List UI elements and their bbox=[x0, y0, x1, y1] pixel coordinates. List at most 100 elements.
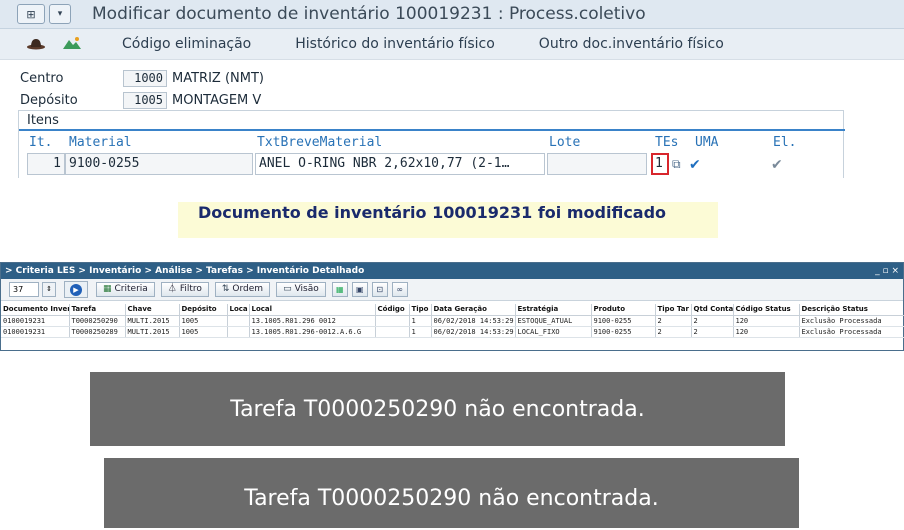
execute-button[interactable]: ▶ bbox=[64, 281, 88, 298]
menu-button[interactable]: ⊞ bbox=[17, 4, 45, 24]
col-local[interactable]: Local bbox=[249, 304, 376, 316]
les-breadcrumb: > Criteria LES > Inventário > Análise > … bbox=[1, 263, 903, 279]
deposito-row: Depósito 1005 MONTAGEM V bbox=[20, 90, 261, 110]
col-tipo[interactable]: Tipo bbox=[409, 304, 432, 316]
itens-divider bbox=[19, 129, 845, 131]
error-toast-text: Tarefa T0000250290 não encontrada. bbox=[244, 485, 659, 511]
table-row[interactable]: 1 9100-0255 ANEL O-RING NBR 2,62x10,77 (… bbox=[27, 153, 833, 175]
col-lote[interactable]: Lote bbox=[549, 135, 580, 150]
col-loca[interactable]: Loca bbox=[227, 304, 250, 316]
table-cell: 1005 bbox=[179, 326, 228, 338]
col-chave[interactable]: Chave bbox=[125, 304, 180, 316]
cell-tes[interactable]: 1 bbox=[651, 153, 669, 175]
table-cell: 0100019231 bbox=[1, 315, 70, 327]
export-excel-icon[interactable]: ▦ bbox=[331, 282, 348, 297]
sap-title-bar: ⊞ ▾ Modificar documento de inventário 10… bbox=[0, 0, 904, 29]
table-cell: LOCAL_FIXO bbox=[515, 326, 592, 338]
cell-lote[interactable] bbox=[547, 153, 647, 175]
col-deposito[interactable]: Depósito bbox=[179, 304, 228, 316]
table-cell: 2 bbox=[691, 326, 734, 338]
table-cell: 2 bbox=[655, 326, 692, 338]
hat-icon[interactable] bbox=[26, 35, 46, 54]
col-item[interactable]: It. bbox=[29, 135, 52, 150]
deposito-desc: MONTAGEM V bbox=[172, 92, 262, 108]
col-documento[interactable]: Documento Invent bbox=[1, 304, 70, 316]
cell-item: 1 bbox=[27, 153, 65, 175]
centro-field[interactable]: 1000 bbox=[123, 69, 167, 87]
col-material[interactable]: Material bbox=[69, 135, 132, 150]
copy-icon[interactable]: ⧉ bbox=[672, 157, 681, 172]
col-txtbreve[interactable]: TxtBreveMaterial bbox=[257, 135, 382, 150]
table-cell: 0100019231 bbox=[1, 326, 70, 338]
filtro-button[interactable]: ⏃ Filtro bbox=[160, 282, 209, 297]
table-row[interactable]: 0100019231 T0000250290 MULTI.2015 1005 1… bbox=[1, 315, 904, 327]
sap-window: ⊞ ▾ Modificar documento de inventário 10… bbox=[0, 0, 904, 178]
col-tipo-tar[interactable]: Tipo Tar bbox=[655, 304, 692, 316]
table-cell: 120 bbox=[733, 326, 800, 338]
col-data-geracao[interactable]: Data Geração bbox=[431, 304, 516, 316]
error-toast-text: Tarefa T0000250290 não encontrada. bbox=[230, 396, 645, 422]
cell-text: ANEL O-RING NBR 2,62x10,77 (2-1… bbox=[255, 153, 545, 175]
visao-button[interactable]: ▭ Visão bbox=[276, 282, 326, 297]
dropdown-button[interactable]: ▾ bbox=[49, 4, 71, 24]
col-estrategia[interactable]: Estratégia bbox=[515, 304, 592, 316]
page-title: Modificar documento de inventário 100019… bbox=[92, 4, 646, 24]
table-cell: MULTI.2015 bbox=[125, 315, 180, 327]
col-uma[interactable]: UMA bbox=[695, 135, 718, 150]
success-message-text: Documento de inventário 100019231 foi mo… bbox=[198, 203, 667, 222]
deposito-field[interactable]: 1005 bbox=[123, 91, 167, 109]
col-tarefa[interactable]: Tarefa bbox=[69, 304, 126, 316]
menu-icon: ⊞ bbox=[26, 7, 36, 21]
deposito-label: Depósito bbox=[20, 92, 78, 108]
les-window: > Criteria LES > Inventário > Análise > … bbox=[0, 262, 904, 351]
col-codigo[interactable]: Código bbox=[375, 304, 410, 316]
play-icon: ▶ bbox=[70, 283, 82, 296]
table-cell bbox=[375, 326, 410, 338]
col-codigo-status[interactable]: Código Status bbox=[733, 304, 800, 316]
historico-inventario-link[interactable]: Histórico do inventário físico bbox=[295, 36, 495, 52]
uma-checkbox[interactable]: ✔ bbox=[689, 157, 701, 173]
table-cell: ESTOQUE_ATUAL bbox=[515, 315, 592, 327]
table-cell: 120 bbox=[733, 315, 800, 327]
table-cell: 2 bbox=[655, 315, 692, 327]
error-toast: Tarefa T0000250290 não encontrada. bbox=[90, 372, 785, 446]
criteria-button[interactable]: ▦ Criteria bbox=[96, 282, 155, 297]
view-icon: ▭ bbox=[283, 284, 292, 294]
page-size-input[interactable]: 37 bbox=[9, 282, 39, 297]
table-cell: 1 bbox=[409, 315, 432, 327]
table-cell: Exclusão Processada bbox=[799, 326, 904, 338]
save-icon[interactable]: ▣ bbox=[351, 282, 368, 297]
col-descricao-status[interactable]: Descrição Status bbox=[799, 304, 904, 316]
table-row[interactable]: 0100019231 T0000250289 MULTI.2015 1005 1… bbox=[1, 326, 904, 338]
table-cell: Exclusão Processada bbox=[799, 315, 904, 327]
cell-material[interactable]: 9100-0255 bbox=[65, 153, 253, 175]
col-el[interactable]: El. bbox=[773, 135, 796, 150]
col-tes[interactable]: TEs bbox=[655, 135, 678, 150]
filter-icon: ⏃ bbox=[167, 284, 177, 294]
table-cell: 9100-0255 bbox=[591, 326, 656, 338]
col-produto[interactable]: Produto bbox=[591, 304, 656, 316]
criteria-label: Criteria bbox=[114, 284, 148, 294]
success-message: Documento de inventário 100019231 foi mo… bbox=[178, 202, 718, 238]
landscape-icon[interactable] bbox=[62, 35, 82, 54]
expand-icon[interactable]: ⊡ bbox=[371, 282, 388, 297]
window-controls[interactable]: _ ▫ × bbox=[875, 263, 899, 279]
breadcrumb[interactable]: > Criteria LES > Inventário > Análise > … bbox=[5, 266, 364, 276]
table-cell: T0000250289 bbox=[69, 326, 126, 338]
grid-icon: ▦ bbox=[103, 284, 112, 294]
table-cell: 1 bbox=[409, 326, 432, 338]
centro-desc: MATRIZ (NMT) bbox=[172, 70, 264, 86]
centro-row: Centro 1000 MATRIZ (NMT) bbox=[20, 68, 264, 88]
table-cell: 13.1005.R01.296 0012 bbox=[249, 315, 376, 327]
el-checkbox[interactable]: ✔ bbox=[771, 157, 783, 173]
centro-label: Centro bbox=[20, 70, 64, 86]
link-icon[interactable]: ∞ bbox=[391, 282, 408, 297]
table-cell bbox=[375, 315, 410, 327]
sap-toolbar: Código eliminação Histórico do inventári… bbox=[0, 29, 904, 60]
table-cell: T0000250290 bbox=[69, 315, 126, 327]
col-qtd-conta[interactable]: Qtd Conta bbox=[691, 304, 734, 316]
outro-doc-inventario-link[interactable]: Outro doc.inventário físico bbox=[539, 36, 724, 52]
ordem-button[interactable]: ⇅ Ordem bbox=[214, 282, 271, 297]
codigo-eliminacao-link[interactable]: Código eliminação bbox=[122, 36, 251, 52]
page-size-stepper[interactable]: ⇕ bbox=[42, 282, 56, 297]
